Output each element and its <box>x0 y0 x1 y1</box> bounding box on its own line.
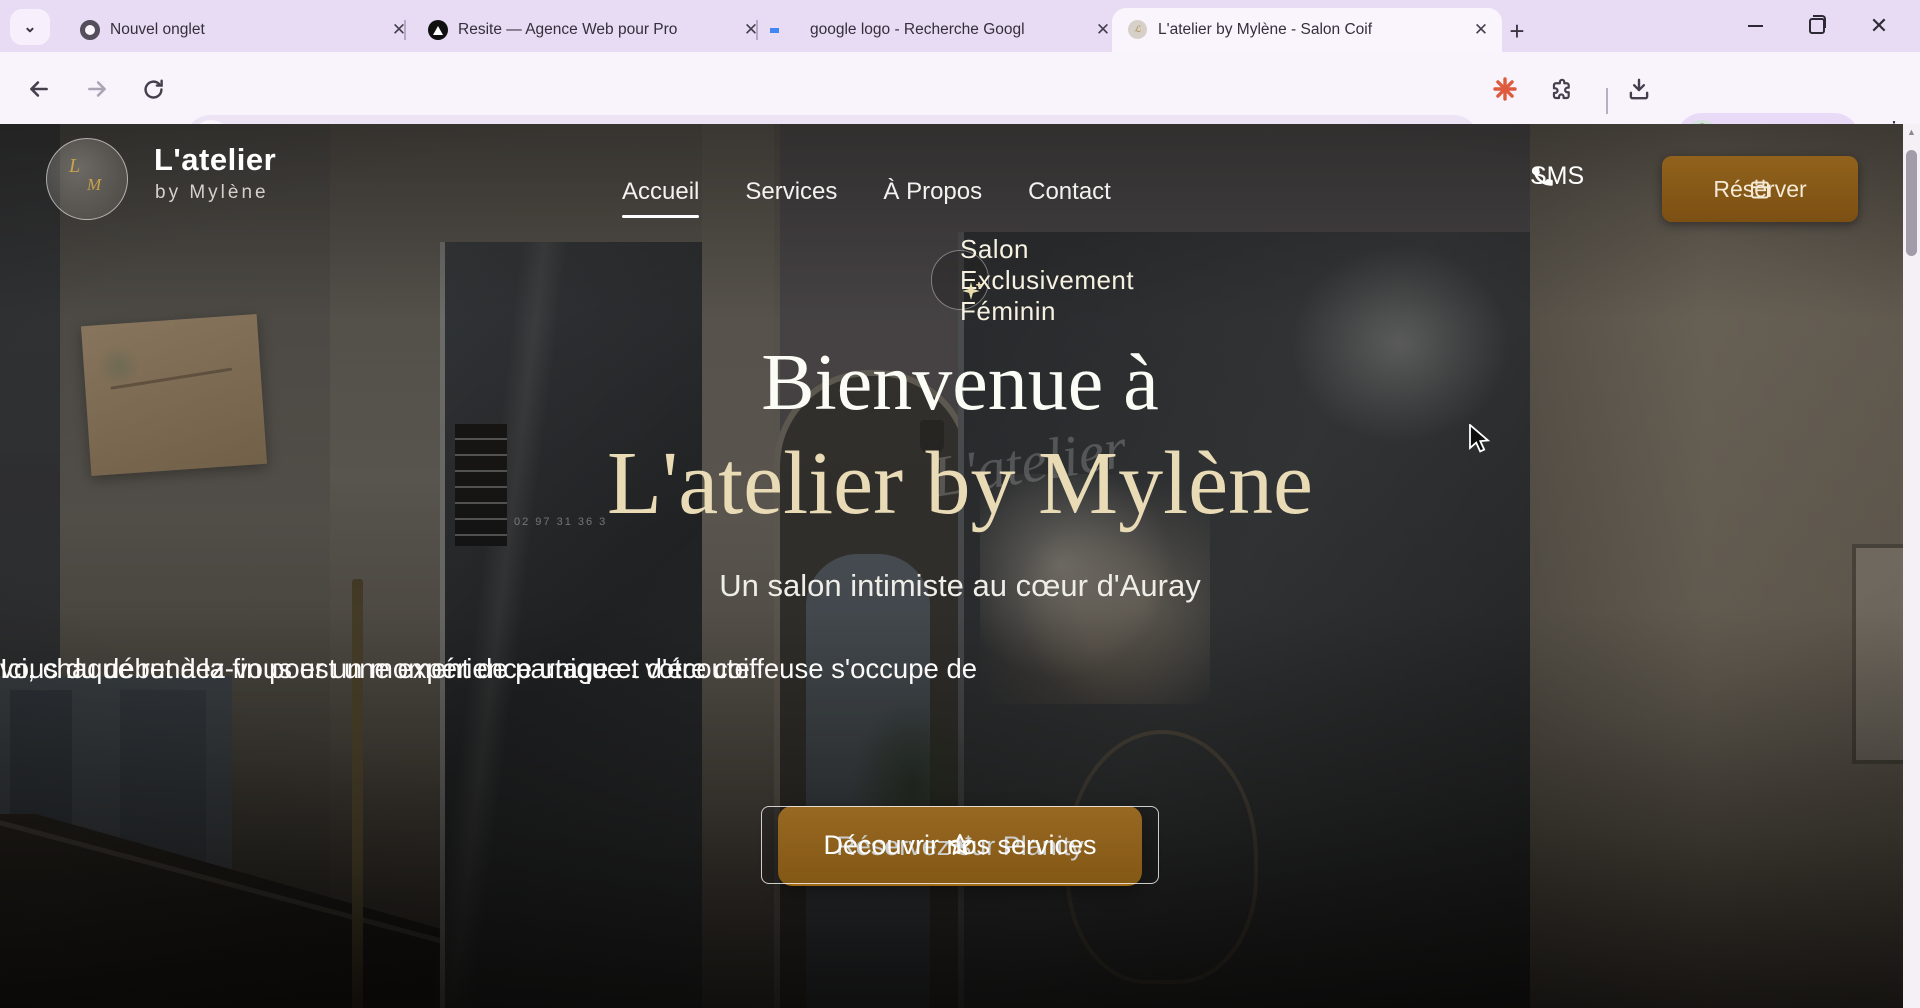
tab-title: google logo - Recherche Googl <box>810 21 1084 39</box>
nav-accueil[interactable]: Accueil <box>622 178 699 218</box>
back-arrow-icon <box>26 76 52 102</box>
logo-monogram-l: L <box>69 155 80 178</box>
reload-icon <box>141 77 166 102</box>
site-name: L'atelier <box>154 142 276 178</box>
hero-title-line2: L'atelier by Mylène <box>0 432 1920 535</box>
puzzle-icon <box>1548 76 1574 102</box>
tab-strip: ⌄ Nouvel onglet ✕ Resite — Agence Web po… <box>0 0 1920 52</box>
tab-close-icon[interactable]: ✕ <box>740 19 762 41</box>
back-button[interactable] <box>26 76 52 102</box>
logo-monogram-m: M <box>87 175 101 195</box>
extension-starburst-button[interactable] <box>1492 76 1518 102</box>
reserve-button[interactable]: Réserver <box>1662 156 1858 222</box>
download-icon <box>1626 76 1652 102</box>
tab-separator <box>756 20 758 40</box>
nav-services[interactable]: Services <box>745 178 837 218</box>
main-navigation: Accueil Services À Propos Contact <box>622 178 1111 218</box>
tab-close-icon[interactable]: ✕ <box>388 19 410 41</box>
minimize-icon <box>1748 25 1763 27</box>
window-controls: ✕ <box>1738 0 1920 52</box>
restore-button[interactable] <box>1800 9 1834 43</box>
minimize-button[interactable] <box>1738 9 1772 43</box>
resite-favicon-icon <box>428 20 448 40</box>
restore-icon <box>1809 18 1825 34</box>
tab-title: Resite — Agence Web pour Pro <box>458 21 732 39</box>
discover-services-button[interactable]: Découvrir nos services <box>761 806 1159 884</box>
reload-button[interactable] <box>140 76 166 102</box>
tab-latelier-active[interactable]: ℒ L'atelier by Mylène - Salon Coif ✕ <box>1112 8 1502 52</box>
tab-title: Nouvel onglet <box>110 21 380 39</box>
tab-google-search[interactable]: google logo - Recherche Googl ✕ <box>764 10 1124 50</box>
new-tab-button[interactable]: + <box>1500 14 1534 48</box>
site-logo[interactable]: L M <box>46 138 128 220</box>
nav-contact[interactable]: Contact <box>1028 178 1111 218</box>
site-header: L M L'atelier by Mylène Accueil Services… <box>0 124 1920 234</box>
site-byline: by Mylène <box>155 182 269 204</box>
downloads-button[interactable] <box>1626 76 1652 102</box>
browser-window: ⌄ Nouvel onglet ✕ Resite — Agence Web po… <box>0 0 1920 1008</box>
extensions-button[interactable] <box>1548 76 1574 102</box>
hero-description-line2: vous du début à la fin pour un moment de… <box>0 648 757 690</box>
browser-toolbar: latelierbymylene.fr Professionnel ⋮ <box>0 52 1920 125</box>
hero-subtitle: Un salon intimiste au cœur d'Auray <box>0 568 1920 604</box>
mouse-cursor <box>1468 424 1496 461</box>
forward-button[interactable] <box>84 76 110 102</box>
tab-close-icon[interactable]: ✕ <box>1470 19 1492 41</box>
discover-button-label: Découvrir nos services <box>823 830 1096 861</box>
tab-title: L'atelier by Mylène - Salon Coif <box>1158 21 1462 39</box>
tab-resite[interactable]: Resite — Agence Web pour Pro ✕ <box>412 10 772 50</box>
tab-search-button[interactable]: ⌄ <box>10 9 50 45</box>
scrollbar-thumb[interactable] <box>1906 150 1917 256</box>
chrome-icon <box>80 20 100 40</box>
tab-close-icon[interactable]: ✕ <box>1092 19 1114 41</box>
atelier-favicon-icon: ℒ <box>1128 20 1147 39</box>
hero-badge-label: Salon Exclusivement Féminin <box>960 234 1134 327</box>
plus-icon: + <box>1509 16 1524 47</box>
sms-label: SMS <box>1530 162 1584 191</box>
hero-section: Salon Exclusivement Féminin Bienvenue à … <box>0 124 1920 1008</box>
page-scrollbar[interactable]: ▲ <box>1903 124 1920 1008</box>
toolbar-divider <box>1606 88 1608 114</box>
nav-a-propos[interactable]: À Propos <box>883 178 982 218</box>
chevron-down-icon: ⌄ <box>23 17 36 37</box>
tab-nouvel-onglet[interactable]: Nouvel onglet ✕ <box>64 10 420 50</box>
starburst-extension-icon <box>1492 75 1518 103</box>
close-window-button[interactable]: ✕ <box>1862 9 1896 43</box>
reserve-label: Réserver <box>1713 176 1806 203</box>
forward-arrow-icon <box>84 76 110 102</box>
webpage-viewport: 02 97 31 36 3 L'atelier L M L'atelier by… <box>0 124 1920 1008</box>
hero-title-line1: Bienvenue à <box>0 338 1920 429</box>
scrollbar-up-arrow[interactable]: ▲ <box>1903 127 1920 137</box>
tab-separator <box>404 20 406 40</box>
hero-badge: Salon Exclusivement Féminin <box>931 250 989 310</box>
